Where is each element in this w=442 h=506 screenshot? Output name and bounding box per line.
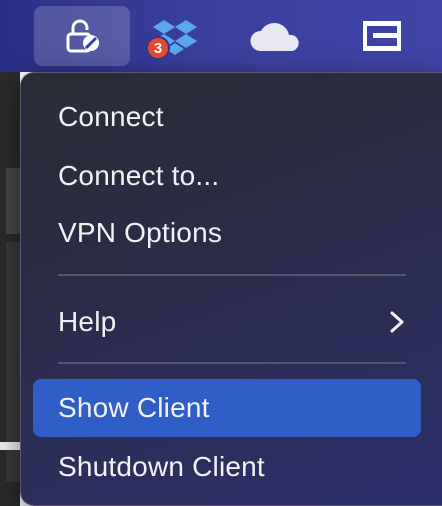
menu-item-label: VPN Options [58,217,223,248]
menu-separator [58,362,406,364]
onedrive-item[interactable] [238,6,314,66]
menu-item-connect-to[interactable]: Connect to... [33,147,421,205]
screen-mirror-item[interactable] [344,6,420,66]
lock-slash-icon [66,19,99,53]
dropbox-item[interactable]: 3 [140,6,210,66]
menu-item-label: Connect [58,101,164,132]
menu-item-help[interactable]: Help [33,293,421,351]
vpn-status-item[interactable] [34,6,130,66]
menu-item-vpn-options[interactable]: VPN Options [33,204,421,262]
menu-bar: 3 [0,0,442,72]
menu-separator [58,274,406,276]
chevron-right-icon [390,311,404,333]
menu-item-label: Shutdown Client [58,451,265,482]
menu-item-show-client[interactable]: Show Client [33,379,421,437]
menu-item-label: Help [58,306,117,337]
screen-mirror-icon [363,21,401,51]
background-window-edge [0,72,20,506]
menu-item-connect[interactable]: Connect [33,88,421,146]
menu-item-label: Connect to... [58,160,220,191]
menu-item-shutdown-client[interactable]: Shutdown Client [33,438,421,496]
onedrive-cloud-icon [250,22,299,51]
menu-item-label: Show Client [58,392,210,423]
dropbox-badge: 3 [146,36,170,60]
vpn-dropdown-menu: Connect Connect to... VPN Options Help S… [20,72,442,506]
